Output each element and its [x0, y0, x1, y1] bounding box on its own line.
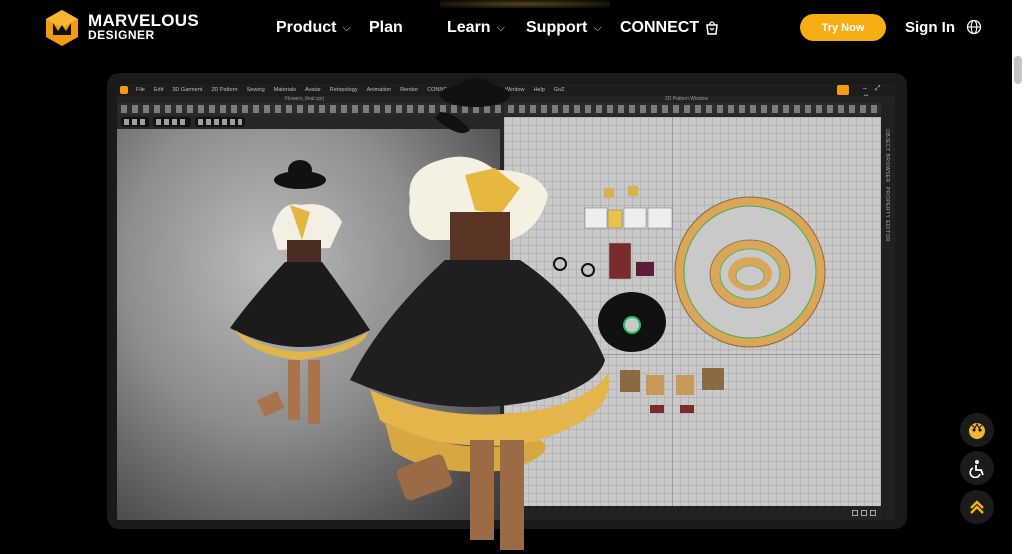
menu-animation: Animation [366, 87, 392, 93]
nav-plan[interactable]: Plan [369, 19, 403, 37]
pattern-axis-horizontal [504, 354, 881, 355]
assistant-button[interactable] [960, 413, 994, 447]
nav-connect-label: CONNECT [620, 19, 700, 36]
menu-materials: Materials [273, 87, 296, 93]
accessibility-button[interactable] [960, 451, 994, 485]
status-icon [861, 510, 867, 516]
file-title: Flowers_final.zprj [285, 96, 324, 102]
scroll-to-top-button[interactable] [960, 490, 994, 524]
toolbar-3d [117, 103, 504, 115]
pattern-window-title: 2D Pattern Window [665, 96, 709, 102]
toolbar-3d-secondary [117, 115, 500, 129]
nav-plan-label: Plan [369, 19, 403, 36]
menu-help: Help [533, 87, 545, 93]
side-panel: OBJECT BROWSER PROPERTY EDITOR [881, 103, 895, 520]
menu-retopology: Retopology [329, 87, 358, 93]
menu-goz: GoZ [553, 87, 565, 93]
menu-render: Render [400, 87, 419, 93]
globe-icon[interactable] [966, 19, 982, 35]
property-editor-label: PROPERTY EDITOR [884, 187, 890, 243]
chevron-down-icon: ⌵ [342, 21, 351, 34]
menu-avatar: Avatar [304, 87, 321, 93]
nav-connect[interactable]: CONNECT [620, 19, 719, 37]
menu-connect: CONNECT [427, 87, 455, 93]
status-bar [504, 506, 881, 520]
nav-learn-label: Learn [447, 19, 491, 36]
accessibility-icon [969, 460, 984, 478]
nav-product-label: Product [276, 19, 337, 36]
menu-settings: Settings [476, 87, 496, 93]
menu-window: Window [504, 87, 525, 93]
menu-3d-garment: 3D Garment [172, 87, 203, 93]
connect-badge-icon [837, 85, 849, 95]
top-navigation: MARVELOUS DESIGNER Product ⌵ Plan Learn … [0, 0, 1024, 56]
nav-support[interactable]: Support ⌵ [526, 19, 602, 37]
menu-s: S [463, 87, 467, 93]
status-icon [870, 510, 876, 516]
menu-sewing: Sewing [246, 87, 265, 93]
object-browser-label: OBJECT BROWSER [884, 129, 890, 183]
top-glow [440, 0, 610, 8]
toolbar-chip [153, 117, 191, 127]
brand-wordmark: MARVELOUS DESIGNER [88, 11, 200, 42]
scrollbar-thumb[interactable] [1014, 56, 1022, 84]
toolbar-2d-icons [508, 105, 885, 113]
menu-2d-pattern: 2D Pattern [211, 87, 238, 93]
toolbar-2d [504, 103, 885, 115]
try-now-button[interactable]: Try Now [800, 14, 886, 41]
app-menubar: File Edit 3D Garment 2D Pattern Sewing M… [117, 84, 895, 101]
menu-edit: Edit [153, 87, 164, 93]
chevron-down-icon: ⌵ [593, 21, 602, 34]
toolbar-chip [121, 117, 149, 127]
toolbar-3d-icons [121, 105, 504, 113]
status-icon [852, 510, 858, 516]
3d-viewport [117, 129, 500, 520]
window-title-bar: Flowers_final.zprj 2D Pattern Window [117, 96, 895, 103]
nav-learn[interactable]: Learn ⌵ [447, 19, 505, 37]
brand-line2: DESIGNER [88, 28, 155, 42]
chevron-up-icon [970, 500, 984, 514]
brand-line1: MARVELOUS [88, 11, 200, 30]
toolbar-chip [195, 117, 245, 127]
nav-support-label: Support [526, 19, 588, 36]
shopping-bag-icon [706, 21, 718, 35]
nav-product[interactable]: Product ⌵ [276, 19, 351, 37]
menu-file: File [136, 87, 145, 93]
chevron-down-icon: ⌵ [496, 21, 505, 34]
marvelous-logo-icon [46, 10, 78, 46]
app-logo-icon [120, 86, 128, 94]
2d-pattern-viewport [504, 117, 881, 506]
app-screenshot: File Edit 3D Garment 2D Pattern Sewing M… [117, 84, 895, 520]
assistant-avatar-icon [969, 422, 985, 439]
sign-in-link[interactable]: Sign In [905, 19, 955, 36]
brand-logo[interactable]: MARVELOUS DESIGNER [44, 9, 199, 47]
pattern-axis-vertical [672, 117, 673, 506]
